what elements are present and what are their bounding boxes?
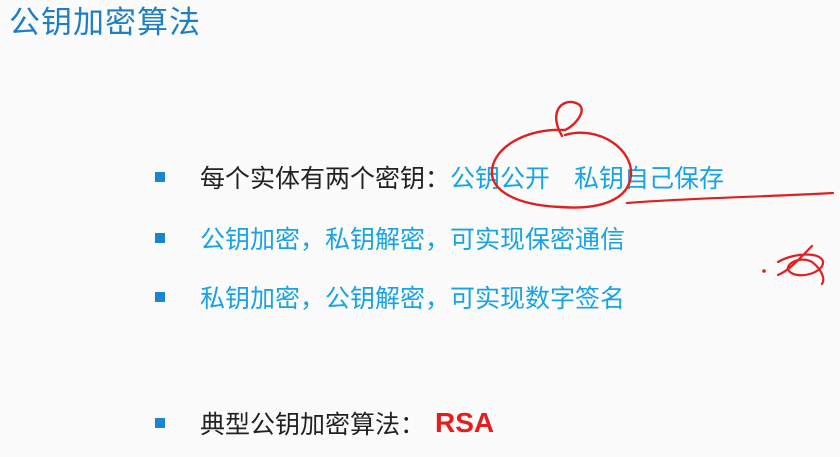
slide-title: 公钥加密算法 <box>9 5 201 41</box>
bullet-square-icon <box>155 292 165 302</box>
bullet-text: 私钥加密，公钥解密，可实现数字签名 <box>200 284 626 313</box>
bullet-text: 典型公钥加密算法： <box>200 410 426 439</box>
annotation-scribble <box>776 244 825 286</box>
bullet-text: 每个实体有两个密钥： <box>200 164 451 193</box>
public-key-text: 公钥公开 <box>450 164 551 193</box>
bullet-square-icon <box>155 172 165 182</box>
bullet-square-icon <box>155 233 165 243</box>
bullet-item-keys: 每个实体有两个密钥： 公钥公开 私钥自己保存 <box>155 157 724 197</box>
bullet-item-signature: 私钥加密，公钥解密，可实现数字签名 <box>155 277 625 317</box>
bullet-square-icon <box>155 418 165 428</box>
private-key-text: 私钥自己保存 <box>574 164 725 193</box>
bullet-item-algorithm: 典型公钥加密算法： RSA <box>155 403 494 443</box>
bullet-text: 公钥加密，私钥解密，可实现保密通信 <box>200 225 626 254</box>
slide: 公钥加密算法 每个实体有两个密钥： 公钥公开 私钥自己保存 公钥加密，私钥解密，… <box>0 0 840 457</box>
rsa-highlight: RSA <box>435 407 495 438</box>
bullet-item-encryption: 公钥加密，私钥解密，可实现保密通信 <box>155 218 625 258</box>
annotation-dot <box>762 269 766 273</box>
